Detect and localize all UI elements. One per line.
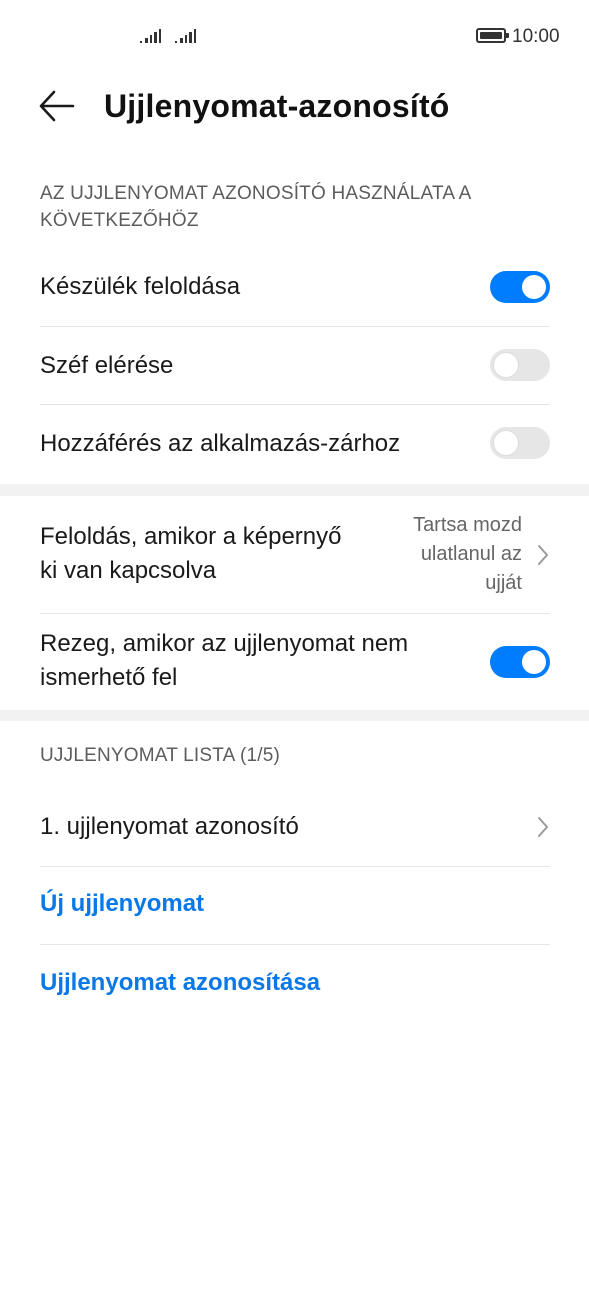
setting-value: Tartsa mozd ulatlanul az ujját: [413, 514, 522, 594]
battery-icon: [476, 28, 509, 43]
setting-app-lock[interactable]: Hozzáférés az alkalmazás-zárhoz: [40, 405, 550, 483]
setting-label: Készülék feloldása: [40, 273, 241, 300]
signal-icon: [175, 27, 196, 43]
setting-label: Rezeg, amikor az ujjlenyomat nem ismerhe…: [40, 630, 409, 691]
section-label-fingerprint-list: UJJLENYOMAT LISTA (1/5): [40, 745, 281, 766]
safe-access-toggle[interactable]: [490, 349, 550, 381]
back-arrow-icon[interactable]: [38, 88, 78, 124]
status-time: 10:00: [512, 26, 560, 47]
divider: [40, 866, 550, 867]
chevron-right-icon: [536, 544, 550, 566]
page-title: Ujjlenyomat-azonosító: [104, 88, 450, 124]
vibrate-toggle[interactable]: [490, 646, 550, 678]
status-bar: 10:00: [0, 0, 589, 72]
identify-fingerprint-link[interactable]: Ujjlenyomat azonosítása: [40, 969, 320, 997]
setting-safe-access[interactable]: Széf elérése: [40, 327, 550, 405]
app-lock-toggle[interactable]: [490, 427, 550, 459]
new-fingerprint-link[interactable]: Új ujjlenyomat: [40, 890, 204, 918]
section-separator: [0, 484, 589, 496]
setting-label: Feloldás, amikor a képernyő ki van kapcs…: [40, 523, 342, 584]
setting-vibrate[interactable]: Rezeg, amikor az ujjlenyomat nem ismerhe…: [40, 614, 550, 710]
setting-label: Széf elérése: [40, 352, 174, 379]
section-label-usage: AZ UJJLENYOMAT AZONOSÍTÓ HASZNÁLATA A KÖ…: [40, 183, 472, 231]
signal-icon: [140, 27, 161, 43]
fingerprint-item[interactable]: 1. ujjlenyomat azonosító: [40, 788, 550, 866]
chevron-right-icon: [536, 816, 550, 838]
setting-device-unlock[interactable]: Készülék feloldása: [40, 248, 550, 326]
setting-unlock-screen-off[interactable]: Feloldás, amikor a képernyő ki van kapcs…: [40, 496, 550, 613]
setting-label: Hozzáférés az alkalmazás-zárhoz: [40, 430, 401, 457]
device-unlock-toggle[interactable]: [490, 271, 550, 303]
fingerprint-label: 1. ujjlenyomat azonosító: [40, 813, 299, 840]
section-separator: [0, 710, 589, 721]
divider: [40, 944, 550, 945]
app-header: Ujjlenyomat-azonosító: [0, 72, 589, 142]
